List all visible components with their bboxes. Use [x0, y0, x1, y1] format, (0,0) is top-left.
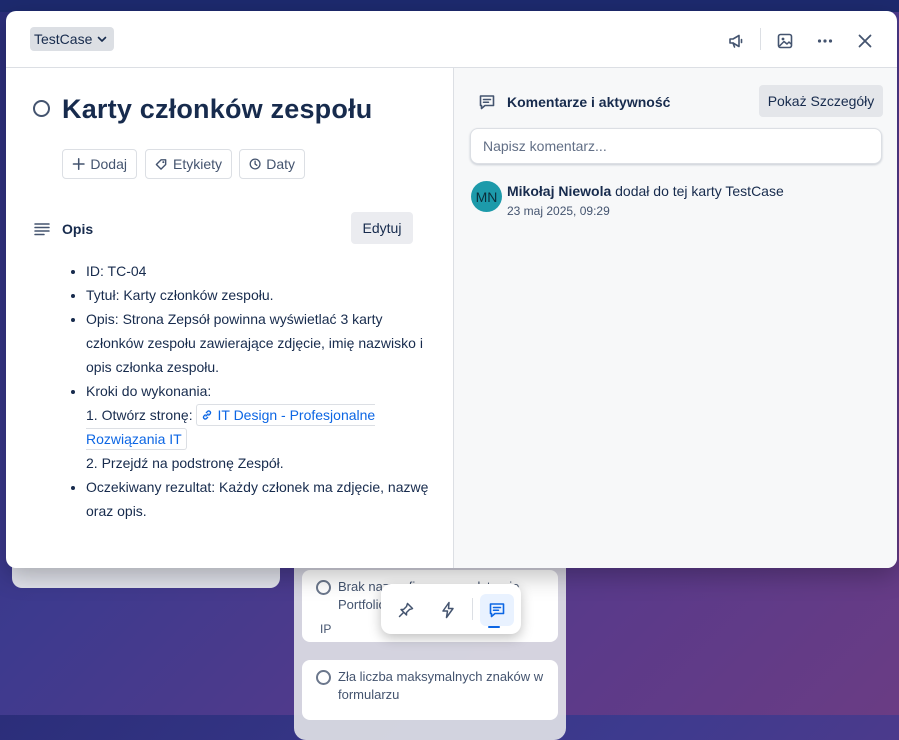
modal-header: TestCase [6, 11, 897, 68]
step-2: 2. Przejdź na podstronę Zespół. [86, 455, 284, 471]
description-expected: Oczekiwany rezultat: Każdy członek ma zd… [86, 475, 430, 523]
description-opis: Opis: Strona Zepsół powinna wyświetlać 3… [86, 307, 430, 379]
description-title-line: Tytuł: Karty członków zespołu. [86, 283, 430, 307]
complete-checkbox[interactable] [33, 100, 50, 117]
comment-icon [478, 93, 496, 116]
activity-pane: Komentarze i aktywność Pokaż Szczegóły M… [453, 68, 897, 568]
labels-button[interactable]: Etykiety [145, 149, 232, 179]
list-selector[interactable]: TestCase [30, 27, 115, 51]
comment-input[interactable] [470, 128, 882, 164]
edit-description-button[interactable]: Edytuj [351, 212, 413, 244]
more-icon[interactable] [811, 27, 839, 55]
dates-button[interactable]: Daty [239, 149, 305, 179]
description-heading: Opis [62, 221, 94, 237]
dates-button-label: Daty [266, 156, 295, 172]
description-steps: Kroki do wykonania: 1. Otwórz stronę: IT… [86, 379, 430, 475]
bottom-toolbar [381, 584, 521, 634]
active-tab-indicator [488, 626, 500, 628]
labels-button-label: Etykiety [172, 156, 222, 172]
card-main-pane: Karty członków zespołu Dodaj Etykiety Da… [6, 68, 453, 568]
activity-entry-text: Mikołaj Niewola dodał do tej karty TestC… [507, 183, 784, 199]
step-1-prefix: 1. Otwórz stronę: [86, 407, 193, 423]
steps-heading: Kroki do wykonania: [86, 383, 212, 399]
megaphone-icon[interactable] [722, 27, 750, 55]
description-id: ID: TC-04 [86, 259, 430, 283]
clock-icon [249, 158, 261, 170]
add-button[interactable]: Dodaj [62, 149, 137, 179]
link-icon [203, 410, 212, 420]
checkbox-circle-icon [316, 670, 331, 685]
add-button-label: Dodaj [90, 156, 127, 172]
tag-icon [155, 159, 167, 170]
close-icon[interactable] [851, 27, 879, 55]
card-title[interactable]: Karty członków zespołu [62, 94, 372, 125]
avatar[interactable]: MN [471, 181, 502, 212]
activity-author[interactable]: Mikołaj Niewola [507, 183, 611, 199]
comment-icon[interactable] [480, 594, 514, 626]
lightning-icon[interactable] [431, 594, 465, 626]
card-detail-modal: TestCase Karty członków zespołu Dodaj Et… [6, 11, 897, 568]
list-item-badge: IP [320, 622, 332, 636]
pin-icon[interactable] [389, 594, 423, 626]
activity-timestamp[interactable]: 23 maj 2025, 09:29 [507, 204, 610, 218]
background-list-item[interactable]: Zła liczba maksymalnych znaków w formula… [302, 660, 558, 720]
show-details-button[interactable]: Pokaż Szczegóły [759, 85, 883, 117]
activity-heading: Komentarze i aktywność [507, 94, 671, 110]
plus-icon [72, 157, 85, 171]
image-icon[interactable] [771, 27, 799, 55]
list-item-text: Zła liczba maksymalnych znaków w formula… [338, 669, 544, 702]
checkbox-circle-icon [316, 580, 331, 595]
activity-action: dodał do tej karty TestCase [615, 183, 784, 199]
toolbar-divider [472, 598, 473, 620]
list-selector-label: TestCase [34, 31, 93, 47]
description-icon [34, 221, 50, 242]
header-divider [760, 28, 761, 50]
description-content[interactable]: ID: TC-04 Tytuł: Karty członków zespołu.… [70, 259, 430, 523]
chevron-down-icon [98, 36, 107, 42]
